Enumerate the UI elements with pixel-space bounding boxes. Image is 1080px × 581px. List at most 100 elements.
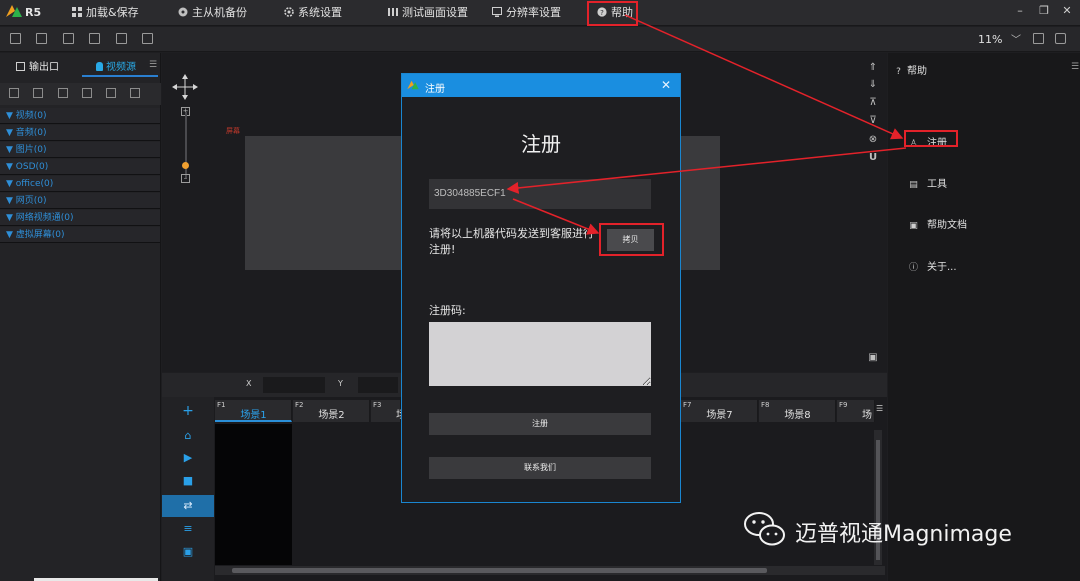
source-category-osd[interactable]: ▼ OSD(0) xyxy=(0,159,160,175)
machine-code-field[interactable] xyxy=(429,179,651,209)
help-about-item[interactable]: ⓘ 关于... xyxy=(908,258,957,273)
app-logo: R5 xyxy=(6,0,41,26)
magnet-icon[interactable]: U xyxy=(868,153,878,163)
regcode-input[interactable] xyxy=(429,322,651,386)
play-icon[interactable]: ▶ xyxy=(182,452,194,464)
scene-name: 场景1 xyxy=(240,410,267,421)
fit-icon[interactable] xyxy=(1033,33,1044,44)
add-image-icon[interactable] xyxy=(33,88,43,98)
source-category-virtual-screen[interactable]: ▼ 虚拟屏幕(0) xyxy=(0,227,160,243)
contact-us-button[interactable]: 联系我们 xyxy=(429,457,651,479)
source-category-image[interactable]: ▼ 图片(0) xyxy=(0,142,160,158)
scene-name: 场景8 xyxy=(784,410,811,421)
add-osd-icon[interactable] xyxy=(58,88,68,98)
dialog-heading: 注册 xyxy=(521,132,561,156)
help-panel-icon: ? xyxy=(896,67,901,77)
menu-bar: R5 加载&保存 主从机备份 系统设置 测试画面设置 分辨率设置 ? 帮助 – ❐… xyxy=(0,0,1080,26)
menu-system-label: 系统设置 xyxy=(298,6,342,19)
info-icon: ⓘ xyxy=(908,263,918,273)
horizontal-scroll-thumb[interactable] xyxy=(232,568,767,573)
menu-load-save[interactable]: 加载&保存 xyxy=(72,0,139,26)
add-office-icon[interactable] xyxy=(82,88,92,98)
move-down-icon[interactable]: ⊽ xyxy=(868,116,878,126)
scene-tab-8[interactable]: F8 场景8 xyxy=(759,400,836,422)
add-scene-icon[interactable]: + xyxy=(182,404,194,418)
source-category-office[interactable]: ▼ office(0) xyxy=(0,176,160,192)
restore-icon[interactable]: ❐ xyxy=(1038,5,1050,17)
panel-menu-icon[interactable]: ☰ xyxy=(149,60,157,70)
remove-icon[interactable]: ⊗ xyxy=(868,135,878,145)
scene-preview[interactable] xyxy=(215,424,292,565)
scene-tab-2[interactable]: F2 场景2 xyxy=(293,400,370,422)
dialog-title: 注册 xyxy=(425,84,445,95)
tab-video-source[interactable]: 视频源 xyxy=(96,60,136,76)
menu-resolution-label: 分辨率设置 xyxy=(506,6,561,19)
scene-name: 场景2 xyxy=(318,410,345,421)
annotation-box-copy xyxy=(599,223,664,256)
source-category-web[interactable]: ▼ 网页(0) xyxy=(0,193,160,209)
source-category-audio[interactable]: ▼ 音频(0) xyxy=(0,125,160,141)
x-input[interactable] xyxy=(263,377,325,393)
display-icon[interactable] xyxy=(116,33,127,44)
scene-tab-3[interactable]: F3场 xyxy=(371,400,406,422)
zoom-level[interactable]: 11% xyxy=(978,33,1002,46)
logo-icon xyxy=(6,5,22,17)
dialog-close-icon[interactable]: ✕ xyxy=(661,78,671,92)
close-icon[interactable]: ✕ xyxy=(1061,5,1073,17)
source-icon xyxy=(96,62,103,71)
scene-tab-7[interactable]: F7 场景7 xyxy=(681,400,758,422)
watermark-text: 迈普视通Magnimage xyxy=(795,522,1012,547)
add-stream-icon[interactable] xyxy=(130,88,140,98)
document-icon: ▣ xyxy=(909,221,918,231)
instruction-text: 请将以上机器代码发送到客服进行 xyxy=(429,227,594,240)
scene-tab-9[interactable]: F9 场 xyxy=(837,400,875,422)
dialog-logo-icon xyxy=(407,80,419,90)
fullscreen-icon[interactable]: ▣ xyxy=(868,353,878,363)
pan-arrows-icon[interactable] xyxy=(172,74,198,100)
clear-icon[interactable]: ⌂ xyxy=(182,430,194,442)
app-logo-text: R5 xyxy=(25,6,42,19)
y-input[interactable] xyxy=(358,377,398,393)
menu-test-pattern-label: 测试画面设置 xyxy=(402,6,468,19)
help-panel-title: ? 帮助 xyxy=(893,62,927,77)
scene-tab-1[interactable]: F1 场景1 xyxy=(215,400,292,422)
pattern-icon xyxy=(388,8,398,16)
tab-output[interactable]: 输出口 xyxy=(16,60,59,76)
source-category-network-video[interactable]: ▼ 网络视频通(0) xyxy=(0,210,160,226)
minimize-icon[interactable]: – xyxy=(1014,5,1026,17)
move-up-icon[interactable]: ⊼ xyxy=(868,98,878,108)
tab-output-label: 输出口 xyxy=(29,62,59,73)
bring-to-top-icon[interactable]: ⇑ xyxy=(868,63,878,73)
send-to-bottom-icon[interactable]: ⇓ xyxy=(868,80,878,90)
lock-icon[interactable] xyxy=(1055,33,1066,44)
add-video-icon[interactable] xyxy=(9,88,19,98)
stop-icon[interactable]: ■ xyxy=(182,475,194,487)
menu-resolution[interactable]: 分辨率设置 xyxy=(492,0,561,26)
window-icon[interactable] xyxy=(142,33,153,44)
save-as-icon[interactable] xyxy=(89,33,100,44)
zoom-out-icon[interactable]: – xyxy=(181,174,190,183)
source-category-video[interactable]: ▼ 视频(0) xyxy=(0,108,160,124)
zoom-slider-handle[interactable] xyxy=(182,162,189,169)
loop-icon[interactable]: ⇄ xyxy=(182,500,194,512)
menu-backup[interactable]: 主从机备份 xyxy=(178,0,247,26)
lock-scene-icon[interactable]: ▣ xyxy=(182,546,194,558)
menu-system[interactable]: 系统设置 xyxy=(284,0,342,26)
instruction-text-2: 注册! xyxy=(429,243,456,256)
help-tools-item[interactable]: ▤ 工具 xyxy=(908,175,947,190)
new-icon[interactable] xyxy=(10,33,21,44)
grid-icon xyxy=(72,7,82,17)
output-icon xyxy=(16,62,25,71)
panel-menu-icon[interactable]: ☰ xyxy=(1071,62,1079,72)
list-icon[interactable]: ≡ xyxy=(182,523,194,535)
save-icon[interactable] xyxy=(63,33,74,44)
menu-test-pattern[interactable]: 测试画面设置 xyxy=(388,0,468,26)
zoom-dropdown-icon[interactable]: ﹀ xyxy=(1011,31,1021,46)
register-button[interactable]: 注册 xyxy=(429,413,651,435)
open-icon[interactable] xyxy=(36,33,47,44)
menu-backup-label: 主从机备份 xyxy=(192,6,247,19)
help-docs-item[interactable]: ▣ 帮助文档 xyxy=(908,216,967,231)
tab-video-source-label: 视频源 xyxy=(106,62,136,73)
scene-menu-icon[interactable]: ☰ xyxy=(876,404,883,413)
add-web-icon[interactable] xyxy=(106,88,116,98)
